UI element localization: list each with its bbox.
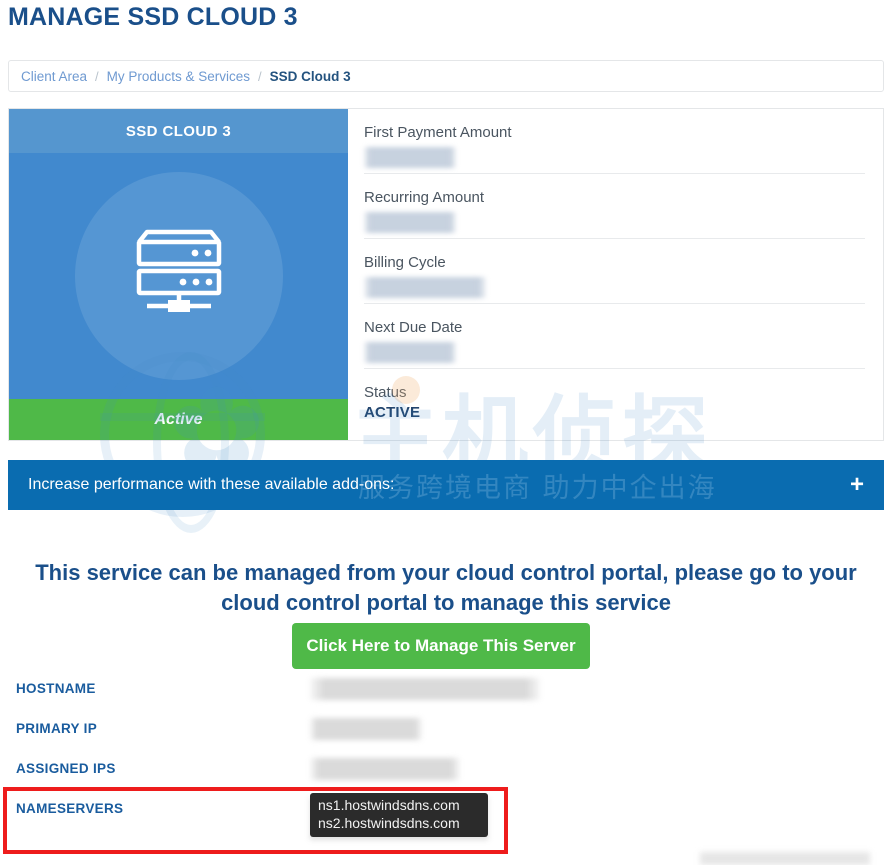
product-card-body	[9, 153, 348, 399]
info-label-nameservers: NAMESERVERS	[16, 801, 124, 816]
detail-label: First Payment Amount	[364, 124, 512, 141]
product-card-title: SSD CLOUD 3	[9, 109, 348, 153]
product-summary-panel: SSD CLOUD 3 Active First Payment Amount …	[8, 108, 884, 441]
detail-row-next-due-date: Next Due Date	[364, 304, 865, 369]
info-label: HOSTNAME	[16, 681, 96, 696]
page-root: MANAGE SSD CLOUD 3 Client Area / My Prod…	[0, 0, 892, 865]
nameservers-tooltip: ns1.hostwindsdns.com ns2.hostwindsdns.co…	[310, 793, 488, 837]
plus-icon[interactable]: +	[850, 473, 864, 497]
info-value-redacted	[310, 718, 422, 740]
detail-label: Recurring Amount	[364, 189, 485, 206]
detail-label: Next Due Date	[364, 319, 463, 336]
info-value-redacted	[310, 758, 460, 780]
info-value-redacted	[310, 678, 540, 700]
detail-label: Status	[364, 384, 407, 401]
portal-message: This service can be managed from your cl…	[35, 560, 857, 615]
breadcrumb-separator: /	[95, 68, 99, 84]
detail-row-recurring-amount: Recurring Amount	[364, 174, 865, 239]
watermark-sub-text: 服务跨境电商 助力中企出海	[358, 473, 717, 504]
breadcrumb-item-ssd-cloud-3: SSD Cloud 3	[269, 68, 351, 84]
service-details-list: First Payment Amount Recurring Amount Bi…	[348, 109, 883, 440]
info-label: PRIMARY IP	[16, 721, 98, 736]
bottom-edge-artifact	[700, 852, 870, 865]
breadcrumb: Client Area / My Products & Services / S…	[8, 60, 884, 92]
info-row-primary-ip: PRIMARY IP	[0, 718, 892, 761]
info-row-hostname: HOSTNAME	[0, 678, 892, 721]
breadcrumb-item-client-area[interactable]: Client Area	[21, 69, 87, 84]
page-title: MANAGE SSD CLOUD 3	[8, 3, 298, 31]
detail-value-redacted	[364, 212, 456, 233]
detail-value-redacted	[364, 277, 486, 298]
info-label: ASSIGNED IPS	[16, 761, 116, 776]
product-card: SSD CLOUD 3 Active	[9, 109, 348, 440]
server-rack-icon	[127, 228, 231, 325]
detail-value-redacted	[364, 342, 456, 363]
detail-value-redacted	[364, 147, 456, 168]
detail-row-status: Status ACTIVE	[364, 369, 865, 434]
breadcrumb-separator: /	[257, 68, 262, 84]
nameserver-line-1: ns1.hostwindsdns.com	[318, 797, 460, 813]
product-status-badge: Active	[9, 399, 348, 440]
nameserver-line-2: ns2.hostwindsdns.com	[318, 815, 460, 831]
detail-row-first-payment-amount: First Payment Amount	[364, 109, 865, 174]
breadcrumb-item-my-products-services[interactable]: My Products & Services	[107, 69, 250, 84]
detail-row-billing-cycle: Billing Cycle	[364, 239, 865, 304]
detail-label: Billing Cycle	[364, 254, 446, 271]
addons-banner-text: Increase performance with these availabl…	[28, 476, 395, 493]
manage-server-button[interactable]: Click Here to Manage This Server	[292, 623, 590, 669]
status-badge: ACTIVE	[364, 404, 421, 421]
addons-banner[interactable]: 服务跨境电商 助力中企出海 Increase performance with …	[8, 460, 884, 510]
